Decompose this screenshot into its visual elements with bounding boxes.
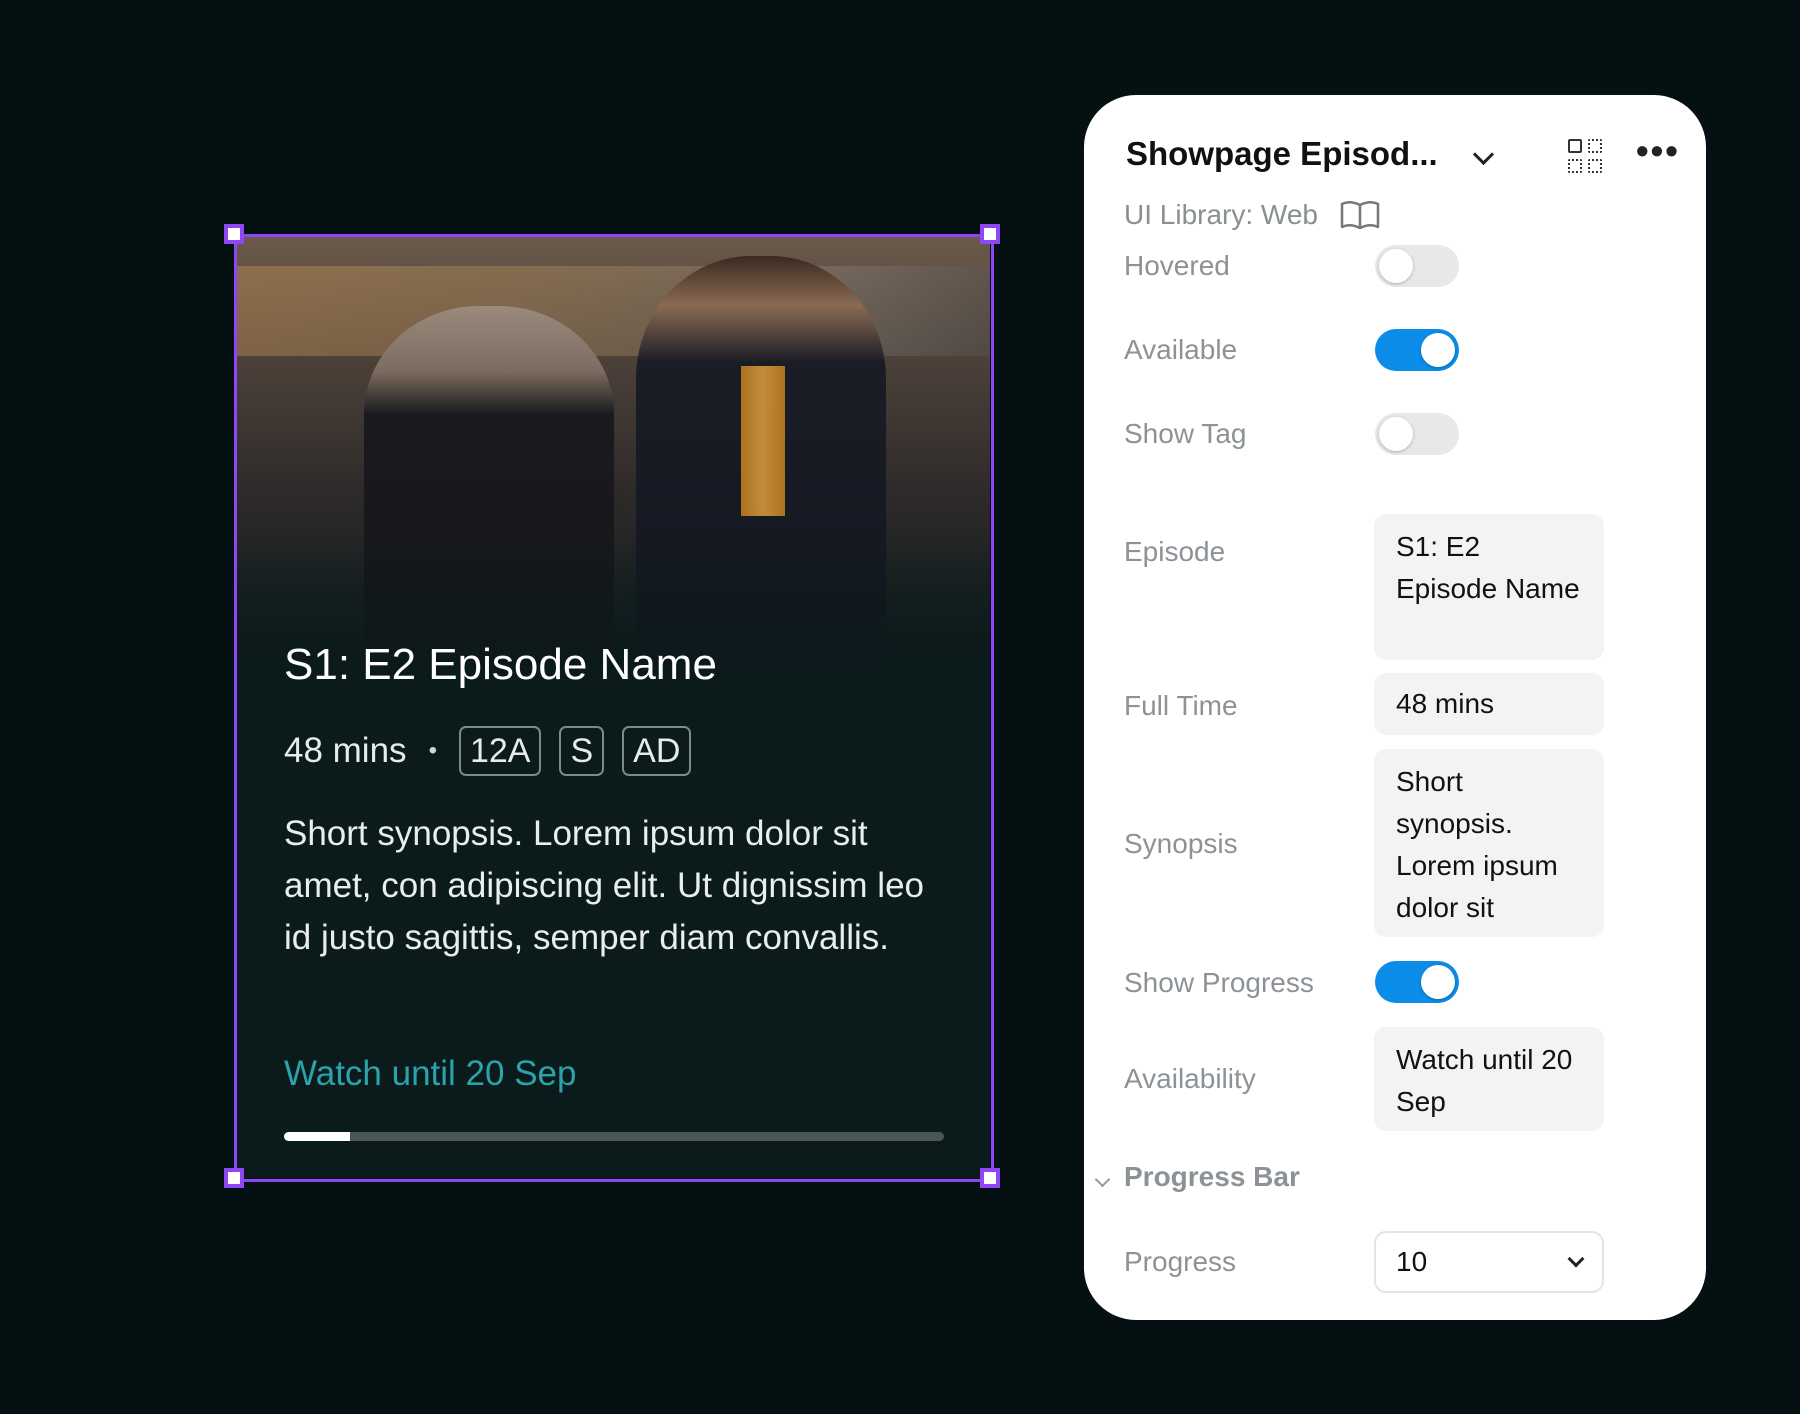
resize-handle-top-left[interactable] [224, 224, 244, 244]
show-progress-toggle[interactable] [1375, 961, 1459, 1003]
availability-text: Watch until 20 Sep [284, 1054, 577, 1093]
episode-card[interactable]: S1: E2 Episode Name 48 mins • 12A S AD S… [236, 236, 990, 1178]
episode-field[interactable]: S1: E2 Episode Name [1374, 514, 1604, 660]
image-gradient [236, 536, 990, 736]
scarf-detail [741, 366, 785, 516]
library-link[interactable]: UI Library: Web [1124, 199, 1380, 231]
properties-panel: Showpage Episod... ••• UI Library: Web H… [1084, 95, 1706, 1320]
synopsis-label: Synopsis [1124, 828, 1238, 859]
available-toggle[interactable] [1375, 329, 1459, 371]
resize-handle-bottom-right[interactable] [980, 1168, 1000, 1188]
resize-handle-top-right[interactable] [980, 224, 1000, 244]
availability-field[interactable]: Watch until 20 Sep [1374, 1027, 1604, 1131]
subtitles-badge: S [559, 726, 605, 776]
progress-select[interactable]: 10 [1374, 1231, 1604, 1293]
full-time-field[interactable]: 48 mins [1374, 673, 1604, 735]
progress-label: Progress [1124, 1246, 1237, 1277]
chevron-down-icon [1567, 1250, 1585, 1268]
full-time-label: Full Time [1124, 690, 1238, 721]
progress-fill [284, 1132, 350, 1141]
progress-select-value: 10 [1396, 1246, 1428, 1277]
section-chevron-icon[interactable] [1094, 1171, 1111, 1188]
available-label: Available [1124, 334, 1238, 365]
hovered-label: Hovered [1124, 250, 1230, 281]
episode-title: S1: E2 Episode Name [284, 640, 717, 689]
episode-duration: 48 mins [284, 731, 407, 770]
library-label: UI Library: Web [1124, 199, 1318, 230]
availability-label: Availability [1124, 1063, 1256, 1094]
chevron-down-icon[interactable] [1472, 143, 1495, 166]
show-tag-label: Show Tag [1124, 418, 1247, 449]
component-name[interactable]: Showpage Episod... [1126, 135, 1438, 173]
show-tag-toggle[interactable] [1375, 413, 1459, 455]
episode-meta: 48 mins • 12A S AD [284, 726, 709, 776]
episode-label: Episode [1124, 536, 1226, 567]
progress-bar-section-title[interactable]: Progress Bar [1124, 1161, 1300, 1193]
show-progress-label: Show Progress [1124, 967, 1314, 998]
resize-handle-bottom-left[interactable] [224, 1168, 244, 1188]
component-grid-icon[interactable] [1568, 139, 1602, 173]
rating-badge: 12A [458, 726, 542, 776]
meta-separator: • [428, 737, 437, 764]
more-icon[interactable]: ••• [1636, 133, 1680, 169]
progress-bar [284, 1132, 944, 1141]
hovered-toggle[interactable] [1375, 245, 1459, 287]
synopsis-field[interactable]: Short synopsis. Lorem ipsum dolor sit [1374, 749, 1604, 937]
book-icon [1340, 201, 1380, 230]
episode-synopsis: Short synopsis. Lorem ipsum dolor sit am… [284, 814, 925, 957]
audio-description-badge: AD [622, 726, 692, 776]
